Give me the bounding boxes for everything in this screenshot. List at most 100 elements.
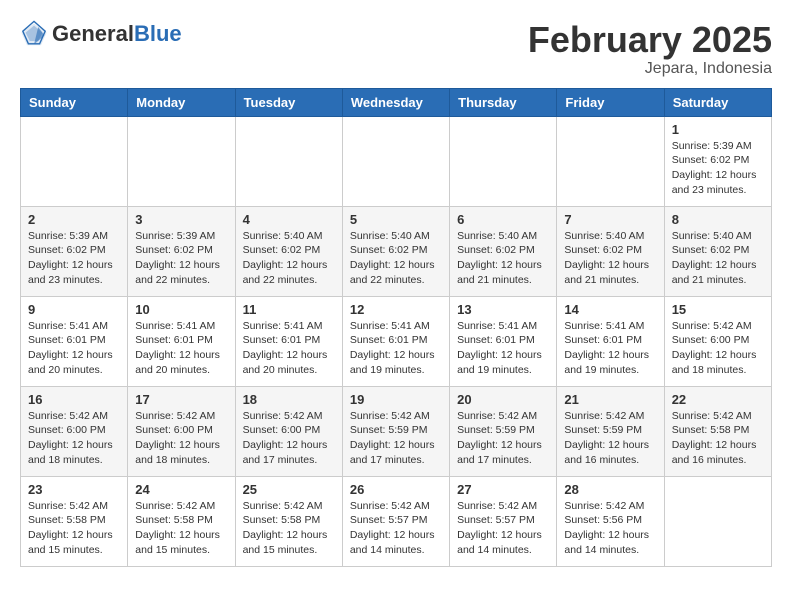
day-info: Sunrise: 5:42 AM Sunset: 5:57 PM Dayligh… — [457, 499, 549, 558]
day-info: Sunrise: 5:41 AM Sunset: 6:01 PM Dayligh… — [350, 319, 442, 378]
calendar-cell: 16 Sunrise: 5:42 AM Sunset: 6:00 PM Dayli… — [21, 386, 128, 476]
day-number: 28 — [564, 482, 656, 497]
day-number: 13 — [457, 302, 549, 317]
day-info: Sunrise: 5:39 AM Sunset: 6:02 PM Dayligh… — [28, 229, 120, 288]
day-info: Sunrise: 5:40 AM Sunset: 6:02 PM Dayligh… — [564, 229, 656, 288]
day-info: Sunrise: 5:42 AM Sunset: 5:56 PM Dayligh… — [564, 499, 656, 558]
calendar-cell — [557, 116, 664, 206]
day-number: 17 — [135, 392, 227, 407]
day-number: 8 — [672, 212, 764, 227]
day-number: 12 — [350, 302, 442, 317]
calendar-cell: 3 Sunrise: 5:39 AM Sunset: 6:02 PM Daylig… — [128, 206, 235, 296]
calendar-cell: 13 Sunrise: 5:41 AM Sunset: 6:01 PM Dayli… — [450, 296, 557, 386]
day-number: 7 — [564, 212, 656, 227]
calendar-cell: 10 Sunrise: 5:41 AM Sunset: 6:01 PM Dayli… — [128, 296, 235, 386]
calendar-cell — [235, 116, 342, 206]
weekday-header-row: SundayMondayTuesdayWednesdayThursdayFrid… — [21, 88, 772, 116]
month-title: February 2025 — [528, 20, 772, 60]
day-number: 6 — [457, 212, 549, 227]
day-info: Sunrise: 5:40 AM Sunset: 6:02 PM Dayligh… — [350, 229, 442, 288]
calendar-cell: 20 Sunrise: 5:42 AM Sunset: 5:59 PM Dayli… — [450, 386, 557, 476]
day-info: Sunrise: 5:42 AM Sunset: 5:58 PM Dayligh… — [135, 499, 227, 558]
day-number: 19 — [350, 392, 442, 407]
day-info: Sunrise: 5:41 AM Sunset: 6:01 PM Dayligh… — [457, 319, 549, 378]
calendar-cell: 19Sunrise: 5:42 AM Sunset: 5:59 PM Dayli… — [342, 386, 449, 476]
day-number: 10 — [135, 302, 227, 317]
day-info: Sunrise: 5:42 AM Sunset: 5:59 PM Dayligh… — [564, 409, 656, 468]
weekday-header-sunday: Sunday — [21, 88, 128, 116]
day-number: 2 — [28, 212, 120, 227]
day-number: 4 — [243, 212, 335, 227]
day-info: Sunrise: 5:40 AM Sunset: 6:02 PM Dayligh… — [457, 229, 549, 288]
calendar-cell: 11Sunrise: 5:41 AM Sunset: 6:01 PM Dayli… — [235, 296, 342, 386]
day-number: 14 — [564, 302, 656, 317]
calendar-cell: 8Sunrise: 5:40 AM Sunset: 6:02 PM Daylig… — [664, 206, 771, 296]
title-area: February 2025 Jepara, Indonesia — [528, 20, 772, 78]
day-info: Sunrise: 5:42 AM Sunset: 6:00 PM Dayligh… — [28, 409, 120, 468]
calendar-cell: 17 Sunrise: 5:42 AM Sunset: 6:00 PM Dayli… — [128, 386, 235, 476]
calendar-cell: 28 Sunrise: 5:42 AM Sunset: 5:56 PM Dayli… — [557, 476, 664, 566]
calendar-cell: 23 Sunrise: 5:42 AM Sunset: 5:58 PM Dayli… — [21, 476, 128, 566]
day-number: 16 — [28, 392, 120, 407]
day-number: 21 — [564, 392, 656, 407]
header: GeneralBlue February 2025 Jepara, Indone… — [20, 20, 772, 78]
week-row-2: 2 Sunrise: 5:39 AM Sunset: 6:02 PM Daylig… — [21, 206, 772, 296]
weekday-header-saturday: Saturday — [664, 88, 771, 116]
weekday-header-wednesday: Wednesday — [342, 88, 449, 116]
calendar-cell — [21, 116, 128, 206]
day-number: 20 — [457, 392, 549, 407]
week-row-5: 23 Sunrise: 5:42 AM Sunset: 5:58 PM Dayli… — [21, 476, 772, 566]
weekday-header-tuesday: Tuesday — [235, 88, 342, 116]
calendar-cell: 21 Sunrise: 5:42 AM Sunset: 5:59 PM Dayli… — [557, 386, 664, 476]
calendar-cell: 5Sunrise: 5:40 AM Sunset: 6:02 PM Daylig… — [342, 206, 449, 296]
day-info: Sunrise: 5:42 AM Sunset: 5:58 PM Dayligh… — [28, 499, 120, 558]
calendar-cell: 12 Sunrise: 5:41 AM Sunset: 6:01 PM Dayli… — [342, 296, 449, 386]
calendar-cell — [450, 116, 557, 206]
week-row-1: 1 Sunrise: 5:39 AM Sunset: 6:02 PM Daylig… — [21, 116, 772, 206]
logo-text: GeneralBlue — [52, 21, 182, 47]
day-info: Sunrise: 5:39 AM Sunset: 6:02 PM Dayligh… — [135, 229, 227, 288]
day-info: Sunrise: 5:42 AM Sunset: 6:00 PM Dayligh… — [135, 409, 227, 468]
week-row-4: 16 Sunrise: 5:42 AM Sunset: 6:00 PM Dayli… — [21, 386, 772, 476]
day-info: Sunrise: 5:42 AM Sunset: 5:58 PM Dayligh… — [672, 409, 764, 468]
calendar-cell: 18 Sunrise: 5:42 AM Sunset: 6:00 PM Dayli… — [235, 386, 342, 476]
day-number: 26 — [350, 482, 442, 497]
calendar-cell: 22 Sunrise: 5:42 AM Sunset: 5:58 PM Dayli… — [664, 386, 771, 476]
weekday-header-friday: Friday — [557, 88, 664, 116]
weekday-header-monday: Monday — [128, 88, 235, 116]
day-number: 22 — [672, 392, 764, 407]
calendar-cell: 9 Sunrise: 5:41 AM Sunset: 6:01 PM Daylig… — [21, 296, 128, 386]
day-number: 1 — [672, 122, 764, 137]
day-number: 9 — [28, 302, 120, 317]
calendar-cell — [342, 116, 449, 206]
day-number: 25 — [243, 482, 335, 497]
day-number: 24 — [135, 482, 227, 497]
day-info: Sunrise: 5:41 AM Sunset: 6:01 PM Dayligh… — [28, 319, 120, 378]
calendar-cell: 4 Sunrise: 5:40 AM Sunset: 6:02 PM Daylig… — [235, 206, 342, 296]
generalblue-logo-icon — [20, 20, 48, 48]
day-info: Sunrise: 5:42 AM Sunset: 5:59 PM Dayligh… — [457, 409, 549, 468]
calendar-cell: 25Sunrise: 5:42 AM Sunset: 5:58 PM Dayli… — [235, 476, 342, 566]
day-info: Sunrise: 5:39 AM Sunset: 6:02 PM Dayligh… — [672, 139, 764, 198]
day-info: Sunrise: 5:41 AM Sunset: 6:01 PM Dayligh… — [135, 319, 227, 378]
day-info: Sunrise: 5:42 AM Sunset: 6:00 PM Dayligh… — [243, 409, 335, 468]
day-info: Sunrise: 5:42 AM Sunset: 5:57 PM Dayligh… — [350, 499, 442, 558]
day-number: 18 — [243, 392, 335, 407]
calendar-cell: 2 Sunrise: 5:39 AM Sunset: 6:02 PM Daylig… — [21, 206, 128, 296]
day-info: Sunrise: 5:40 AM Sunset: 6:02 PM Dayligh… — [243, 229, 335, 288]
week-row-3: 9 Sunrise: 5:41 AM Sunset: 6:01 PM Daylig… — [21, 296, 772, 386]
location-title: Jepara, Indonesia — [528, 60, 772, 78]
day-info: Sunrise: 5:42 AM Sunset: 6:00 PM Dayligh… — [672, 319, 764, 378]
logo: GeneralBlue — [20, 20, 182, 48]
calendar-cell: 6 Sunrise: 5:40 AM Sunset: 6:02 PM Daylig… — [450, 206, 557, 296]
day-number: 15 — [672, 302, 764, 317]
day-number: 11 — [243, 302, 335, 317]
calendar-table: SundayMondayTuesdayWednesdayThursdayFrid… — [20, 88, 772, 567]
calendar-cell: 27 Sunrise: 5:42 AM Sunset: 5:57 PM Dayli… — [450, 476, 557, 566]
day-number: 3 — [135, 212, 227, 227]
calendar-cell: 7 Sunrise: 5:40 AM Sunset: 6:02 PM Daylig… — [557, 206, 664, 296]
calendar-cell — [664, 476, 771, 566]
day-number: 27 — [457, 482, 549, 497]
day-number: 23 — [28, 482, 120, 497]
weekday-header-thursday: Thursday — [450, 88, 557, 116]
